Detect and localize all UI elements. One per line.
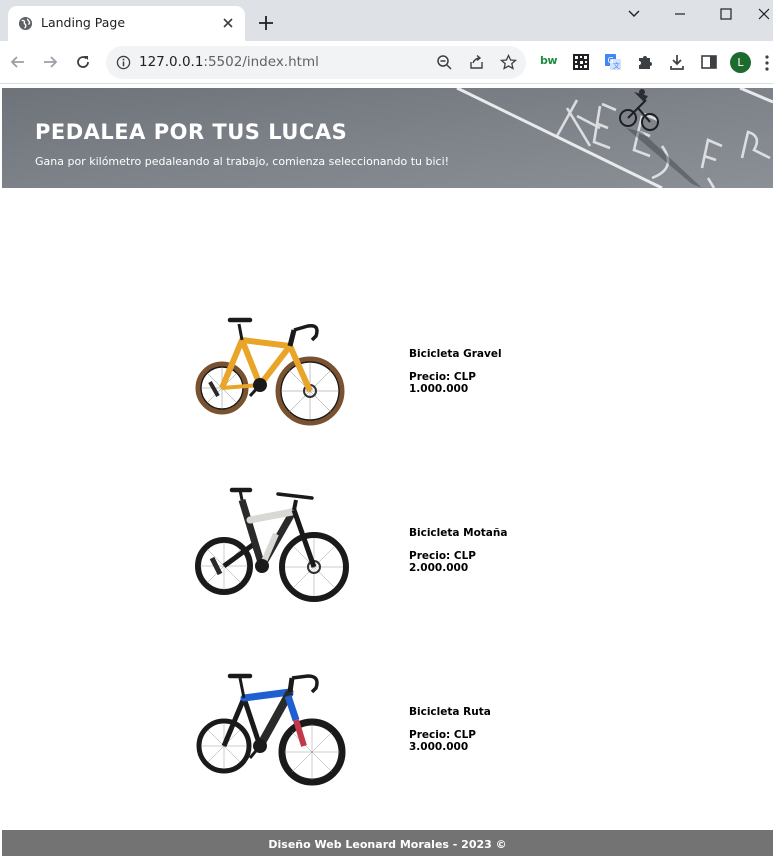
tab-strip: Landing Page xyxy=(0,0,773,41)
maximize-icon[interactable] xyxy=(718,6,734,22)
qr-icon[interactable] xyxy=(572,53,590,71)
road-bike-image[interactable] xyxy=(192,660,354,800)
new-tab-icon[interactable] xyxy=(257,14,275,32)
globe-icon xyxy=(18,16,33,31)
site-info-icon[interactable] xyxy=(116,55,131,70)
price-value: 3.000.000 xyxy=(409,741,469,753)
share-icon[interactable] xyxy=(468,54,485,71)
product-price: Precio: CLP 2.000.000 xyxy=(409,550,476,574)
bookmark-star-icon[interactable] xyxy=(500,54,517,71)
gravel-bike-image[interactable] xyxy=(192,300,354,440)
reload-icon[interactable] xyxy=(74,53,92,71)
tab-landing-page[interactable]: Landing Page xyxy=(8,6,245,41)
hero-banner: PEDALEA POR TUS LUCAS Gana por kilómetro… xyxy=(2,88,773,188)
price-label: Precio: CLP xyxy=(409,371,476,383)
hero-subtitle: Gana por kilómetro pedaleando al trabajo… xyxy=(35,155,450,168)
footer-text: Diseño Web Leonard Morales - 2023 © xyxy=(268,838,507,851)
price-label: Precio: CLP xyxy=(409,550,476,562)
product-card-mountain[interactable]: Bicicleta Motaña Precio: CLP 2.000.000 xyxy=(192,480,592,620)
close-tab-icon[interactable] xyxy=(220,15,236,31)
url-host: 127.0.0.1 xyxy=(139,54,204,70)
browser-toolbar: 127.0.0.1:5502/index.html bw G 文 L xyxy=(0,41,773,84)
zoom-out-icon[interactable] xyxy=(436,54,453,71)
download-icon[interactable] xyxy=(668,53,686,71)
back-icon[interactable] xyxy=(9,53,27,71)
price-value: 1.000.000 xyxy=(409,383,469,395)
translate-icon[interactable]: G 文 xyxy=(604,53,622,71)
product-card-gravel[interactable]: Bicicleta Gravel Precio: CLP 1.000.000 xyxy=(192,300,592,440)
address-bar[interactable]: 127.0.0.1:5502/index.html xyxy=(106,46,526,79)
product-name: Bicicleta Gravel xyxy=(409,348,502,360)
minimize-icon[interactable] xyxy=(672,6,688,22)
url-text[interactable]: 127.0.0.1:5502/index.html xyxy=(139,54,319,70)
product-card-road[interactable]: Bicicleta Ruta Precio: CLP 3.000.000 xyxy=(192,660,592,800)
puzzle-icon[interactable] xyxy=(636,53,654,71)
tab-title: Landing Page xyxy=(41,15,126,30)
hero-title: PEDALEA POR TUS LUCAS xyxy=(35,120,348,144)
product-price: Precio: CLP 1.000.000 xyxy=(409,371,476,395)
price-label: Precio: CLP xyxy=(409,729,476,741)
landing-page: PEDALEA POR TUS LUCAS Gana por kilómetro… xyxy=(2,88,773,856)
page-footer: Diseño Web Leonard Morales - 2023 © xyxy=(2,830,773,856)
svg-text:文: 文 xyxy=(613,61,620,70)
product-price: Precio: CLP 3.000.000 xyxy=(409,729,476,753)
mountain-bike-image[interactable] xyxy=(192,480,354,620)
product-name: Bicicleta Motaña xyxy=(409,527,508,539)
side-panel-icon[interactable] xyxy=(700,53,718,71)
tab-search-chevron-icon[interactable] xyxy=(626,6,642,22)
url-path: :5502/index.html xyxy=(203,54,319,70)
price-value: 2.000.000 xyxy=(409,562,469,574)
close-window-icon[interactable] xyxy=(756,6,772,22)
profile-avatar[interactable]: L xyxy=(730,52,751,73)
forward-icon[interactable] xyxy=(41,53,59,71)
more-menu-icon[interactable] xyxy=(764,54,770,72)
product-name: Bicicleta Ruta xyxy=(409,706,491,718)
bw-extension-icon[interactable]: bw xyxy=(540,54,558,67)
